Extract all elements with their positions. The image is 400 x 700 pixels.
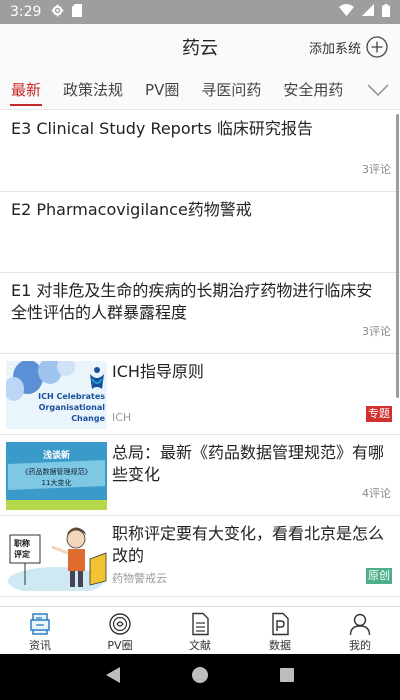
back-button[interactable] xyxy=(105,666,121,688)
nav-profile[interactable]: 我的 xyxy=(320,607,400,654)
sd-card-icon xyxy=(72,3,83,21)
list-item[interactable]: E3 Clinical Study Reports 临床研究报告 3评论 xyxy=(0,111,400,192)
person-icon xyxy=(348,612,372,636)
add-system-button[interactable]: 添加系统 xyxy=(309,24,388,70)
nav-news[interactable]: 资讯 xyxy=(0,607,80,654)
article-thumbnail: 浅谈新 《药品数据管理规范》 11大变化 xyxy=(6,442,107,510)
system-navigation-bar xyxy=(0,654,400,700)
thumbnail-text-line: 11大变化 xyxy=(41,479,72,487)
article-title: 总局：最新《药品数据管理规范》有哪些变化 xyxy=(112,443,385,484)
settings-icon xyxy=(51,4,64,21)
category-tabs: 最新 政策法规 PV圈 寻医问药 安全用药 xyxy=(0,70,400,110)
nav-label: PV圈 xyxy=(107,639,133,652)
list-item[interactable]: 职称 评定 职称评定要有大变化，看看北京是怎么改的 药物警戒云 原创 xyxy=(0,516,400,597)
feed-scrollbar[interactable] xyxy=(396,114,399,398)
nav-pv-circle[interactable]: PV圈 xyxy=(80,607,160,654)
thumbnail-caption: ICH Celebrates Organisational Change xyxy=(38,392,105,423)
nav-label: 资讯 xyxy=(29,639,51,652)
list-item[interactable]: E1 对非危及生命的疾病的长期治疗药物进行临床安全性评估的人群暴露程度 3评论 xyxy=(0,273,400,354)
bottom-navigation: 资讯 PV圈 文献 数据 我的 xyxy=(0,606,400,654)
article-title: E1 对非危及生命的疾病的长期治疗药物进行临床安全性评估的人群暴露程度 xyxy=(11,281,373,322)
article-title: E3 Clinical Study Reports 临床研究报告 xyxy=(11,119,313,138)
tab-latest[interactable]: 最新 xyxy=(0,70,52,109)
signal-icon xyxy=(362,4,374,20)
home-button[interactable] xyxy=(191,666,209,688)
list-item[interactable]: E2 Pharmacovigilance药物警戒 xyxy=(0,192,400,273)
wifi-icon xyxy=(339,4,354,20)
article-title: E2 Pharmacovigilance药物警戒 xyxy=(11,200,252,219)
tab-pv-circle[interactable]: PV圈 xyxy=(134,70,190,109)
tab-consult[interactable]: 寻医问药 xyxy=(190,70,272,109)
comment-count: 4评论 xyxy=(362,487,391,500)
recents-button[interactable] xyxy=(279,667,295,687)
document-icon xyxy=(188,612,212,636)
nav-data[interactable]: 数据 xyxy=(240,607,320,654)
status-time: 3:29 xyxy=(10,4,42,20)
article-thumbnail: 职称 评定 xyxy=(6,523,107,591)
app-header: 药云 添加系统 xyxy=(0,24,400,70)
add-system-label: 添加系统 xyxy=(308,41,361,57)
page-title: 药云 xyxy=(182,38,218,59)
article-thumbnail: ICH Celebrates Organisational Change xyxy=(6,361,107,429)
pv-circle-icon xyxy=(108,612,132,636)
status-bar: 3:29 xyxy=(0,0,400,24)
comment-count: 3评论 xyxy=(362,325,391,338)
article-source: 药物警戒云 xyxy=(112,572,167,585)
expand-tabs-button[interactable] xyxy=(356,70,400,109)
thumbnail-text-line: 浅谈新 xyxy=(42,451,70,461)
nav-label: 文献 xyxy=(189,639,211,652)
article-title: ICH指导原则 xyxy=(112,362,204,381)
topic-badge: 专题 xyxy=(366,406,392,422)
news-icon xyxy=(28,612,52,636)
thumbnail-text-line: 《药品数据管理规范》 xyxy=(21,468,92,476)
original-badge: 原创 xyxy=(366,568,392,584)
tab-policy[interactable]: 政策法规 xyxy=(52,70,134,109)
article-source: ICH xyxy=(112,411,132,424)
chevron-down-icon xyxy=(367,81,389,100)
list-item[interactable]: ICH Celebrates Organisational Change ICH… xyxy=(0,354,400,435)
news-feed: E3 Clinical Study Reports 临床研究报告 3评论 E2 … xyxy=(0,111,400,606)
nav-label: 数据 xyxy=(269,639,291,652)
list-item[interactable]: 浅谈新 《药品数据管理规范》 11大变化 总局：最新《药品数据管理规范》有哪些变… xyxy=(0,435,400,516)
thumbnail-sign-text: 评定 xyxy=(14,550,30,559)
data-icon xyxy=(268,612,292,636)
plus-circle-icon xyxy=(366,36,388,58)
tab-safe-medication[interactable]: 安全用药 xyxy=(272,70,354,109)
nav-label: 我的 xyxy=(349,639,371,652)
battery-icon xyxy=(382,3,390,21)
thumbnail-sign-text: 职称 xyxy=(14,539,30,548)
comment-count: 3评论 xyxy=(362,163,391,176)
article-title: 职称评定要有大变化，看看北京是怎么改的 xyxy=(112,524,385,565)
nav-documents[interactable]: 文献 xyxy=(160,607,240,654)
